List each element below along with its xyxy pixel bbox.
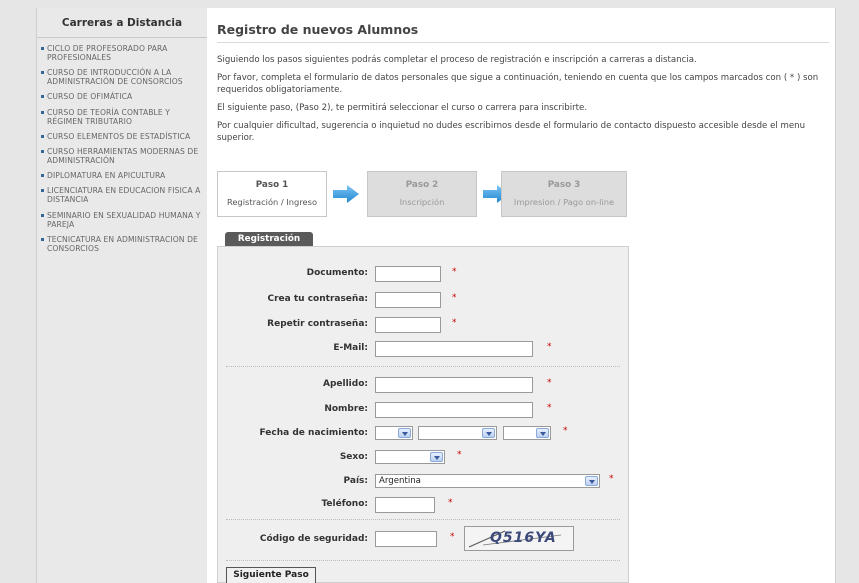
chevron-down-icon[interactable]	[536, 428, 549, 438]
required-mark: *	[609, 474, 614, 484]
password-input[interactable]	[375, 292, 441, 308]
password-label: Crea tu contraseña:	[267, 294, 368, 304]
pais-select[interactable]: Argentina	[375, 474, 600, 488]
sexo-label: Sexo:	[339, 452, 368, 462]
next-step-button[interactable]: Siguiente Paso	[226, 567, 316, 583]
apellido-input[interactable]	[375, 377, 533, 393]
sidebar-item-herramientas[interactable]: CURSO HERRAMIENTAS MODERNAS DE ADMINISTR…	[41, 147, 203, 165]
telefono-input[interactable]	[375, 497, 435, 513]
birth-day-select[interactable]	[375, 426, 413, 440]
step-3-subtitle: Impresion / Pago on-line	[513, 197, 615, 207]
section-divider	[226, 366, 620, 367]
captcha-image: Q516YA	[464, 526, 574, 551]
required-mark: *	[547, 378, 552, 388]
sidebar-item-ofimatica[interactable]: CURSO DE OFIMÁTICA	[41, 92, 203, 101]
password-repeat-label: Repetir contraseña:	[267, 319, 368, 329]
step-2: Paso 2 Inscripción	[367, 171, 477, 217]
apellido-label: Apellido:	[323, 379, 368, 389]
birth-month-select[interactable]	[418, 426, 497, 440]
sidebar-item-teoria-contable[interactable]: CURSO DE TEORÍA CONTABLE Y RÉGIMEN TRIBU…	[41, 108, 203, 126]
sidebar-item-educacion-fisica[interactable]: LICENCIATURA EN EDUCACION FISICA A DISTA…	[41, 186, 203, 204]
sidebar-item-consorcios-intro[interactable]: CURSO DE INTRODUCCIÓN A LA ADMINISTRACIÓ…	[41, 68, 203, 86]
password-repeat-input[interactable]	[375, 317, 441, 333]
email-input[interactable]	[375, 341, 533, 357]
course-list: CICLO DE PROFESORADO PARA PROFESIONALES …	[37, 38, 207, 253]
step-2-title: Paso 2	[405, 180, 439, 190]
main-content: Registro de nuevos Alumnos Siguiendo los…	[207, 8, 837, 583]
step-1: Paso 1 Registración / Ingreso	[217, 171, 327, 217]
required-mark: *	[452, 267, 457, 277]
step-1-title: Paso 1	[255, 180, 289, 190]
sidebar-item-apicultura[interactable]: DIPLOMATURA EN APICULTURA	[41, 171, 203, 180]
nombre-input[interactable]	[375, 402, 533, 418]
step-3: Paso 3 Impresion / Pago on-line	[501, 171, 627, 217]
required-mark: *	[547, 403, 552, 413]
required-mark: *	[547, 342, 552, 352]
sidebar-item-profesorado[interactable]: CICLO DE PROFESORADO PARA PROFESIONALES	[41, 44, 203, 62]
step-2-subtitle: Inscripción	[399, 197, 445, 207]
sidebar-item-sexualidad[interactable]: SEMINARIO EN SEXUALIDAD HUMANA Y PAREJA	[41, 211, 203, 229]
sidebar-item-tecnicatura[interactable]: TECNICATURA EN ADMINISTRACION DE CONSORC…	[41, 235, 203, 253]
required-mark: *	[452, 318, 457, 328]
registration-tab[interactable]: Registración	[225, 232, 313, 247]
step-3-title: Paso 3	[547, 180, 581, 190]
documento-label: Documento:	[306, 268, 368, 278]
section-divider	[226, 519, 620, 520]
chevron-down-icon[interactable]	[398, 428, 411, 438]
intro-paragraph-3: El siguiente paso, (Paso 2), te permitir…	[217, 103, 588, 113]
intro-paragraph-2: Por favor, completa el formulario de dat…	[217, 73, 819, 96]
registration-form: Documento: * Crea tu contraseña: * Repet…	[217, 246, 629, 583]
page-title: Registro de nuevos Alumnos	[217, 22, 419, 37]
captcha-input[interactable]	[375, 531, 437, 547]
nombre-label: Nombre:	[324, 404, 368, 414]
intro-paragraph-4: Por cualquier dificultad, sugerencia o i…	[217, 121, 806, 144]
title-divider	[217, 42, 829, 43]
telefono-label: Teléfono:	[321, 499, 368, 509]
chevron-down-icon[interactable]	[430, 452, 443, 462]
sidebar-item-estadistica[interactable]: CURSO ELEMENTOS DE ESTADÍSTICA	[41, 132, 203, 141]
required-mark: *	[563, 426, 568, 436]
fecha-nacimiento-label: Fecha de nacimiento:	[259, 428, 368, 438]
section-divider	[226, 560, 620, 561]
arrow-right-icon	[333, 185, 359, 203]
birth-year-select[interactable]	[503, 426, 551, 440]
required-mark: *	[452, 293, 457, 303]
page-container: Carreras a Distancia CICLO DE PROFESORAD…	[36, 8, 836, 583]
pais-value: Argentina	[379, 476, 421, 486]
chevron-down-icon[interactable]	[585, 476, 598, 486]
captcha-text: Q516YA	[490, 530, 557, 546]
chevron-down-icon[interactable]	[482, 428, 495, 438]
intro-paragraph-1: Siguiendo los pasos siguientes podrás co…	[217, 55, 697, 65]
required-mark: *	[450, 532, 455, 542]
codigo-seguridad-label: Código de seguridad:	[259, 534, 368, 544]
sidebar: Carreras a Distancia CICLO DE PROFESORAD…	[37, 8, 207, 583]
step-1-subtitle: Registración / Ingreso	[226, 197, 318, 207]
required-mark: *	[448, 498, 453, 508]
email-label: E-Mail:	[333, 343, 368, 353]
documento-input[interactable]	[375, 266, 441, 282]
required-mark: *	[457, 450, 462, 460]
sidebar-title: Carreras a Distancia	[37, 8, 207, 38]
pais-label: País:	[343, 476, 368, 486]
sexo-select[interactable]	[375, 450, 445, 464]
